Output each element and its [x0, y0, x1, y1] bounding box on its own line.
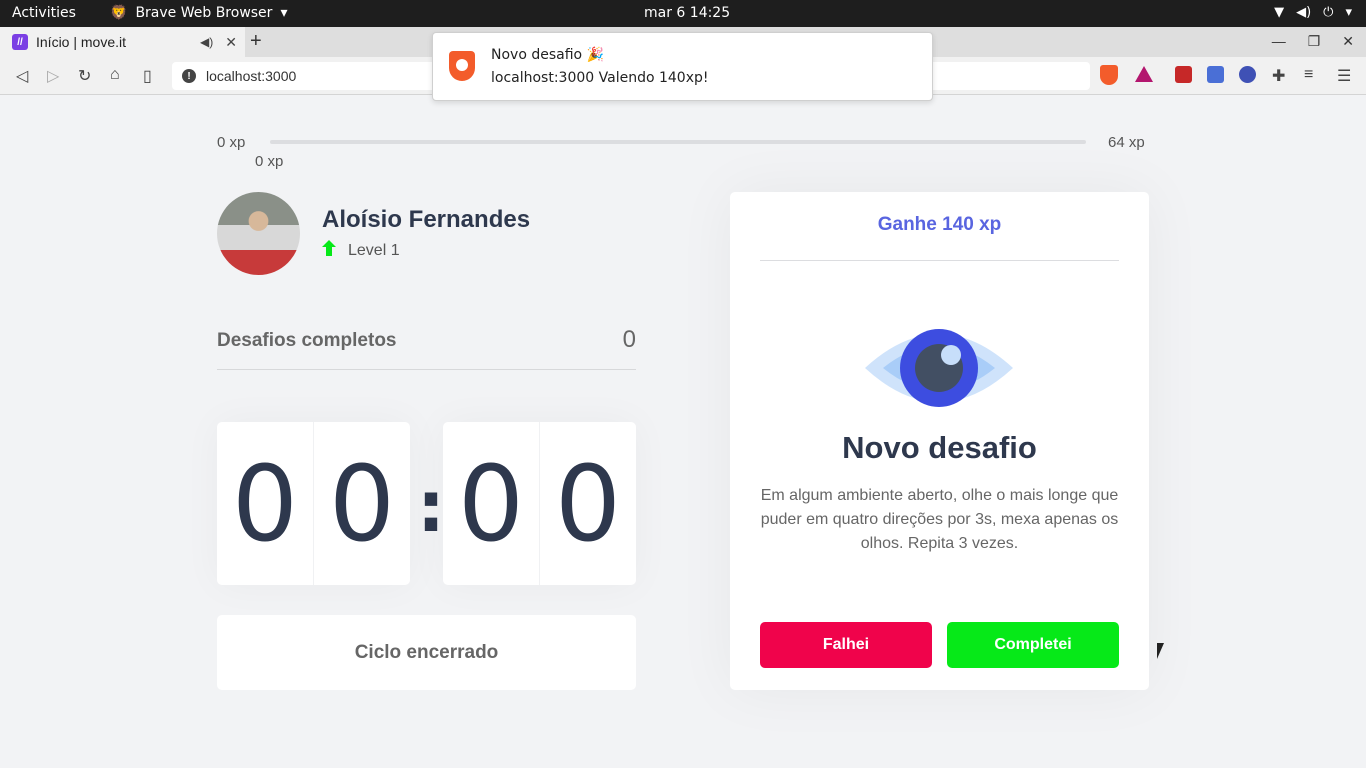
activities-button[interactable]: Activities: [12, 5, 76, 21]
completed-challenges: Desafios completos 0: [217, 326, 636, 370]
countdown-digit: 0: [328, 442, 396, 565]
xp-bar-end-label: 64 xp: [1108, 134, 1145, 151]
mouse-cursor-icon: [1157, 643, 1164, 659]
failed-button[interactable]: Falhei: [760, 622, 932, 668]
site-info-icon[interactable]: !: [182, 69, 196, 83]
completed-challenges-count: 0: [622, 326, 636, 353]
new-tab-button[interactable]: +: [250, 30, 262, 53]
browser-tab-active[interactable]: // Início | move.it ◀) ✕: [0, 27, 245, 57]
moveit-favicon-icon: //: [12, 34, 28, 50]
audio-icon[interactable]: ◀): [200, 35, 213, 49]
notification-body: localhost:3000 Valendo 140xp!: [491, 70, 709, 86]
profile-name: Aloísio Fernandes: [322, 206, 531, 233]
brave-rewards-icon[interactable]: [1135, 66, 1153, 82]
countdown-separator: :: [417, 466, 445, 548]
forward-icon[interactable]: ▷: [47, 66, 59, 86]
restore-icon[interactable]: ❐: [1308, 33, 1321, 50]
clock[interactable]: mar 6 14:25: [644, 5, 730, 21]
close-tab-icon[interactable]: ✕: [225, 34, 237, 51]
level-label: Level 1: [348, 242, 400, 259]
bookmark-icon[interactable]: ▯: [143, 66, 152, 86]
countdown-seconds: 0 0: [443, 422, 636, 585]
level-up-icon: [322, 240, 336, 256]
countdown-digit: 0: [554, 442, 622, 565]
cycle-ended-button[interactable]: Ciclo encerrado: [217, 615, 636, 690]
completed-challenges-label: Desafios completos: [217, 330, 397, 351]
menu-icon[interactable]: ☰: [1337, 66, 1351, 86]
translate-extension-icon[interactable]: [1207, 66, 1224, 83]
eye-icon: [865, 329, 1013, 407]
xp-progress-bar: [270, 140, 1086, 144]
challenge-card: Ganhe 140 xp Novo desafio Em algum ambie…: [730, 192, 1149, 690]
power-icon: ⏻: [1323, 5, 1334, 20]
brave-lion-icon: [449, 51, 475, 81]
app-menu-label: Brave Web Browser: [135, 5, 273, 21]
extension-1-icon[interactable]: [1175, 66, 1192, 83]
xp-current-label: 0 xp: [255, 153, 284, 170]
xp-bar-start-label: 0 xp: [217, 134, 246, 151]
chevron-down-icon: ▾: [1345, 5, 1352, 20]
close-window-icon[interactable]: ✕: [1342, 33, 1354, 50]
window-controls: — ❐ ✕: [1272, 33, 1354, 50]
brave-lion-icon: 🦁: [110, 5, 128, 21]
extensions-puzzle-icon[interactable]: ✚: [1272, 66, 1285, 86]
app-menu[interactable]: 🦁 Brave Web Browser ▾: [110, 5, 287, 21]
tab-title: Início | move.it: [36, 34, 127, 50]
wifi-icon: ▼: [1274, 5, 1285, 20]
countdown-minutes: 0 0: [217, 422, 410, 585]
notification-title: Novo desafio 🎉: [491, 47, 604, 63]
system-tray[interactable]: ▼ ◀) ⏻ ▾: [1274, 5, 1352, 20]
countdown: 0 0 : 0 0: [217, 422, 636, 585]
home-icon[interactable]: ⌂: [110, 66, 120, 84]
countdown-digit: 0: [217, 422, 314, 585]
challenge-description: Em algum ambiente aberto, olhe o mais lo…: [760, 487, 1119, 552]
brave-shields-icon[interactable]: [1100, 65, 1118, 85]
url-text: localhost:3000: [206, 68, 297, 84]
media-playlist-icon[interactable]: ≡: [1304, 66, 1313, 84]
os-top-bar: Activities 🦁 Brave Web Browser ▾ mar 6 1…: [0, 0, 1366, 27]
volume-icon: ◀): [1296, 5, 1312, 20]
countdown-digit: 0: [443, 422, 540, 585]
minimize-icon[interactable]: —: [1272, 33, 1286, 50]
avatar: [217, 192, 300, 275]
extension-3-icon[interactable]: [1239, 66, 1256, 83]
notification-popup[interactable]: Novo desafio 🎉 localhost:3000 Valendo 14…: [432, 32, 933, 101]
challenge-xp-header: Ganhe 140 xp: [760, 192, 1119, 261]
chevron-down-icon: ▾: [280, 5, 288, 21]
completed-button[interactable]: Completei: [947, 622, 1119, 668]
challenge-title: Novo desafio: [842, 430, 1037, 465]
reload-icon[interactable]: ↻: [78, 66, 91, 86]
back-icon[interactable]: ◁: [16, 66, 28, 86]
